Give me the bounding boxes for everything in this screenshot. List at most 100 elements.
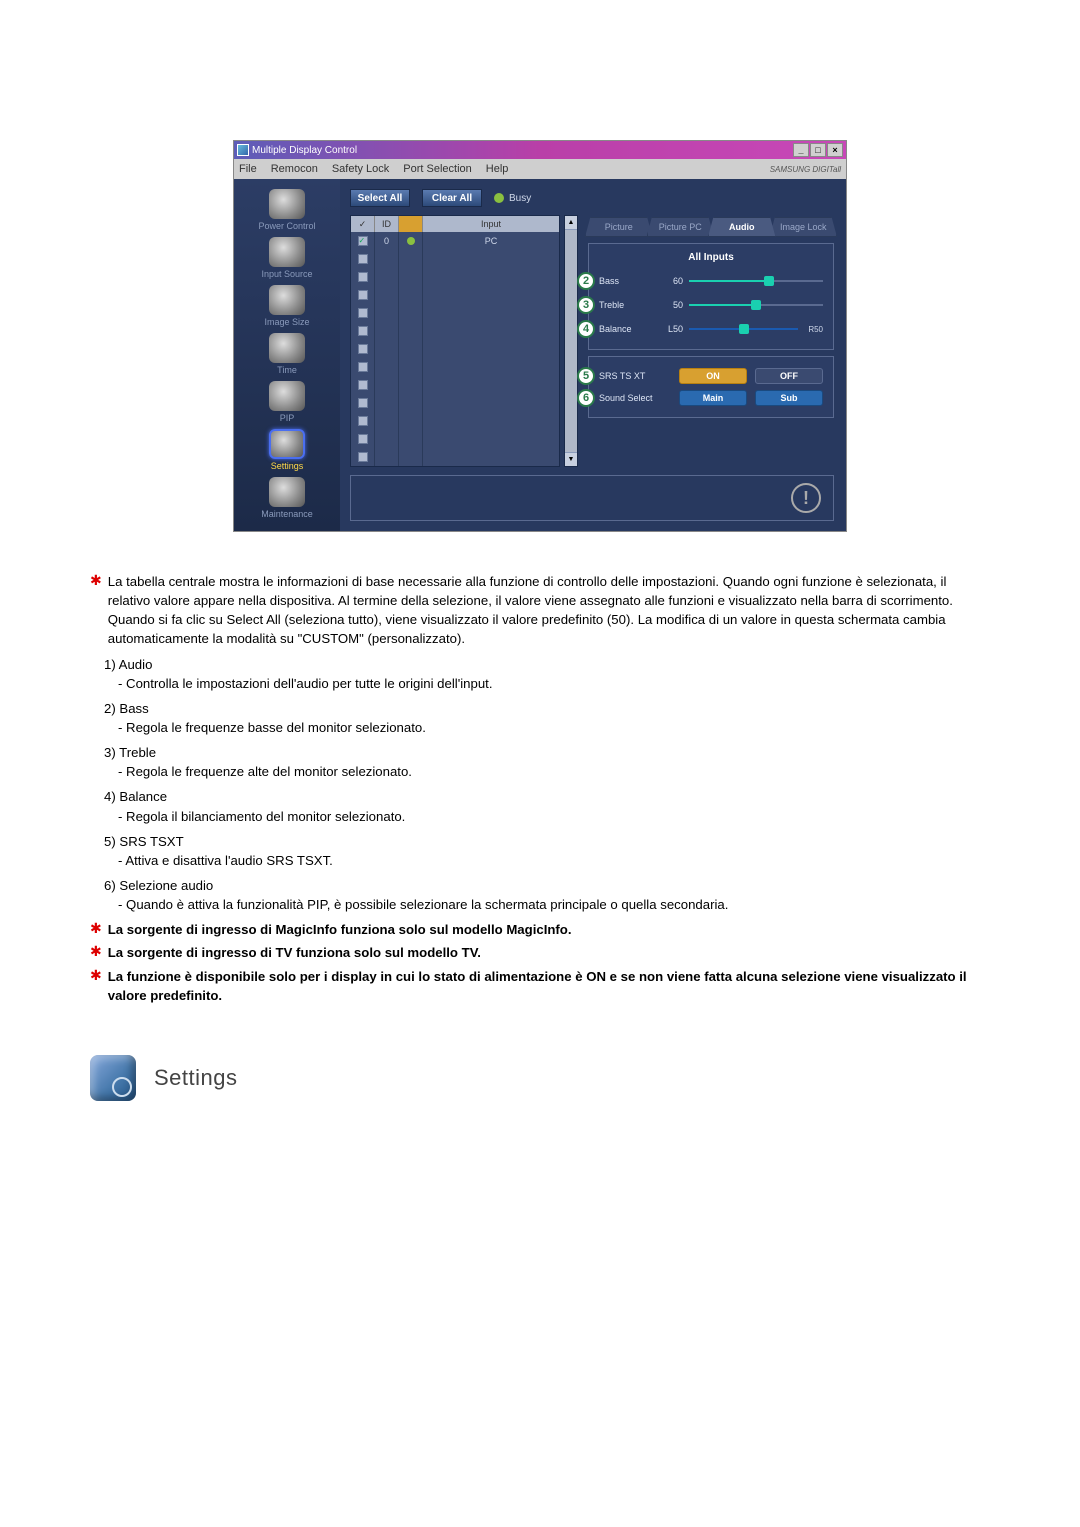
table-row[interactable] xyxy=(351,322,559,340)
table-row[interactable] xyxy=(351,394,559,412)
table-row[interactable] xyxy=(351,430,559,448)
menu-remocon[interactable]: Remocon xyxy=(271,163,318,175)
busy-indicator: Busy xyxy=(494,193,531,204)
info-icon[interactable]: ! xyxy=(791,483,821,513)
input-icon xyxy=(269,237,305,267)
time-icon xyxy=(269,333,305,363)
row-checkbox[interactable] xyxy=(358,416,368,426)
sidebar: Power Control Input Source Image Size Ti… xyxy=(234,179,340,531)
row-checkbox[interactable] xyxy=(358,452,368,462)
balance-slider[interactable] xyxy=(689,325,798,333)
table-row[interactable] xyxy=(351,358,559,376)
scroll-up-icon[interactable]: ▲ xyxy=(565,216,577,230)
select-all-button[interactable]: Select All xyxy=(350,189,410,207)
row-checkbox[interactable] xyxy=(358,398,368,408)
balance-label: Balance xyxy=(599,324,649,334)
paragraph: La tabella centrale mostra le informazio… xyxy=(108,572,990,649)
row-checkbox[interactable] xyxy=(358,434,368,444)
minimize-button[interactable]: _ xyxy=(793,143,809,157)
app-window: Multiple Display Control _ □ × File Remo… xyxy=(233,140,847,532)
table-row[interactable]: 0 PC xyxy=(351,232,559,250)
col-input[interactable]: Input xyxy=(423,216,559,232)
table-row[interactable] xyxy=(351,250,559,268)
table-row[interactable] xyxy=(351,268,559,286)
star-icon: ✱ xyxy=(90,920,102,939)
sound-sub-button[interactable]: Sub xyxy=(755,390,823,406)
note: La sorgente di ingresso di MagicInfo fun… xyxy=(108,920,990,939)
table-row[interactable] xyxy=(351,286,559,304)
bass-slider[interactable] xyxy=(689,277,823,285)
status-dot-icon xyxy=(407,237,415,245)
col-status[interactable] xyxy=(399,216,423,232)
menu-safety-lock[interactable]: Safety Lock xyxy=(332,163,389,175)
scrollbar[interactable]: ▲ ▼ xyxy=(564,215,578,467)
close-button[interactable]: × xyxy=(827,143,843,157)
bass-label: Bass xyxy=(599,276,649,286)
table-row[interactable] xyxy=(351,340,559,358)
table-row[interactable] xyxy=(351,304,559,322)
treble-slider[interactable] xyxy=(689,301,823,309)
panel-header: All Inputs xyxy=(599,252,823,263)
menu-help[interactable]: Help xyxy=(486,163,509,175)
star-icon: ✱ xyxy=(90,967,102,1005)
audio-panel: All Inputs 2 Bass 60 3 Treble 50 xyxy=(588,243,834,350)
table-row[interactable] xyxy=(351,448,559,466)
list-item: 6) Selezione audio- Quando è attiva la f… xyxy=(104,876,990,914)
note: La sorgente di ingresso di TV funziona s… xyxy=(108,943,990,962)
image-size-icon xyxy=(269,285,305,315)
tab-audio[interactable]: 1 Audio xyxy=(708,217,776,237)
section-title: Settings xyxy=(154,1065,238,1091)
badge-5: 5 xyxy=(577,367,595,385)
app-icon xyxy=(237,144,249,156)
row-checkbox[interactable] xyxy=(358,362,368,372)
table-row[interactable] xyxy=(351,376,559,394)
pip-icon xyxy=(269,381,305,411)
sound-main-button[interactable]: Main xyxy=(679,390,747,406)
maximize-button[interactable]: □ xyxy=(810,143,826,157)
list-item: 1) Audio- Controlla le impostazioni dell… xyxy=(104,655,990,693)
sidebar-item-settings[interactable]: Settings xyxy=(269,429,305,471)
row-checkbox[interactable] xyxy=(358,236,368,246)
bass-value: 60 xyxy=(655,276,683,286)
row-checkbox[interactable] xyxy=(358,254,368,264)
srs-off-button[interactable]: OFF xyxy=(755,368,823,384)
brand-label: SAMSUNG DIGITall xyxy=(770,165,841,174)
tab-picture[interactable]: Picture xyxy=(585,217,653,237)
row-checkbox[interactable] xyxy=(358,344,368,354)
menu-port-selection[interactable]: Port Selection xyxy=(403,163,471,175)
settings-icon xyxy=(269,429,305,459)
device-list: ✓ ID Input 0 PC xyxy=(350,215,560,467)
tab-image-lock[interactable]: Image Lock xyxy=(770,217,838,237)
col-check[interactable]: ✓ xyxy=(351,216,375,232)
note: La funzione è disponibile solo per i dis… xyxy=(108,967,990,1005)
badge-2: 2 xyxy=(577,272,595,290)
list-item: 3) Treble- Regola le frequenze alte del … xyxy=(104,743,990,781)
sidebar-item-image-size[interactable]: Image Size xyxy=(264,285,309,327)
srs-on-button[interactable]: ON xyxy=(679,368,747,384)
row-checkbox[interactable] xyxy=(358,308,368,318)
row-checkbox[interactable] xyxy=(358,272,368,282)
badge-4: 4 xyxy=(577,320,595,338)
list-item: 4) Balance- Regola il bilanciamento del … xyxy=(104,787,990,825)
titlebar: Multiple Display Control _ □ × xyxy=(234,141,846,159)
star-icon: ✱ xyxy=(90,572,102,649)
srs-label: SRS TS XT xyxy=(599,371,671,381)
row-checkbox[interactable] xyxy=(358,380,368,390)
table-row[interactable] xyxy=(351,412,559,430)
row-checkbox[interactable] xyxy=(358,326,368,336)
scroll-down-icon[interactable]: ▼ xyxy=(565,452,577,466)
row-checkbox[interactable] xyxy=(358,290,368,300)
sidebar-item-maintenance[interactable]: Maintenance xyxy=(261,477,313,519)
sidebar-item-input-source[interactable]: Input Source xyxy=(261,237,312,279)
badge-6: 6 xyxy=(577,389,595,407)
status-bar: ! xyxy=(350,475,834,521)
sidebar-item-pip[interactable]: PIP xyxy=(269,381,305,423)
menu-file[interactable]: File xyxy=(239,163,257,175)
sidebar-item-time[interactable]: Time xyxy=(269,333,305,375)
tab-picture-pc[interactable]: Picture PC xyxy=(647,217,715,237)
treble-value: 50 xyxy=(655,300,683,310)
sidebar-item-power-control[interactable]: Power Control xyxy=(258,189,315,231)
clear-all-button[interactable]: Clear All xyxy=(422,189,482,207)
col-id[interactable]: ID xyxy=(375,216,399,232)
list-item: 2) Bass- Regola le frequenze basse del m… xyxy=(104,699,990,737)
